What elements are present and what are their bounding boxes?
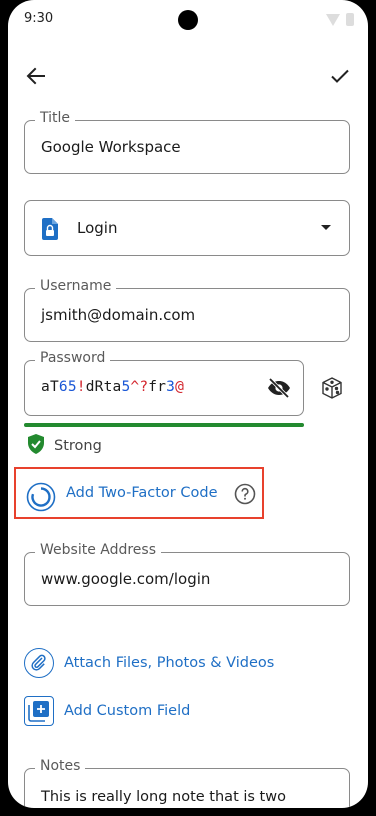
generate-password-dice-icon[interactable] xyxy=(320,376,344,404)
battery-icon xyxy=(346,13,354,26)
notes-label: Notes xyxy=(35,758,86,774)
hide-password-icon[interactable] xyxy=(267,377,291,403)
password-strength-label: Strong xyxy=(54,438,102,454)
notes-field[interactable]: Notes This is really long note that is t… xyxy=(24,758,350,808)
username-field[interactable]: Username jsmith@domain.com xyxy=(24,278,350,342)
title-field[interactable]: Title Google Workspace xyxy=(24,110,350,174)
status-bar: 9:30 xyxy=(8,0,368,40)
add-two-factor-code-button[interactable]: Add Two-Factor Code xyxy=(14,467,264,519)
password-field[interactable]: Password aT65!dRta5^?fr3@ xyxy=(24,350,304,416)
website-label: Website Address xyxy=(35,542,162,558)
shield-check-icon xyxy=(26,433,46,459)
status-time: 9:30 xyxy=(24,11,54,26)
record-type-value: Login xyxy=(77,219,118,237)
title-value[interactable]: Google Workspace xyxy=(41,138,181,156)
system-icons xyxy=(326,13,354,26)
password-strength-bar xyxy=(24,423,304,427)
attach-files-button[interactable]: Attach Files, Photos & Videos xyxy=(24,648,274,678)
save-check-icon[interactable] xyxy=(328,64,352,88)
add-field-icon xyxy=(24,696,54,726)
password-value[interactable]: aT65!dRta5^?fr3@ xyxy=(41,379,184,395)
two-factor-timer-icon xyxy=(26,482,56,516)
wifi-icon xyxy=(326,13,340,26)
add-custom-field-button[interactable]: Add Custom Field xyxy=(24,696,190,726)
username-value[interactable]: jsmith@domain.com xyxy=(41,306,195,324)
website-value[interactable]: www.google.com/login xyxy=(41,570,210,588)
two-factor-label: Add Two-Factor Code xyxy=(66,485,218,501)
notes-value[interactable]: This is really long note that is two xyxy=(41,789,286,805)
lock-file-icon xyxy=(41,218,59,244)
username-label: Username xyxy=(35,278,117,294)
dropdown-caret-icon xyxy=(321,225,331,230)
paperclip-icon xyxy=(24,648,54,678)
website-address-field[interactable]: Website Address www.google.com/login xyxy=(24,542,350,606)
password-strength: Strong xyxy=(26,433,102,459)
password-strength-fill xyxy=(24,423,304,427)
camera-cutout xyxy=(178,10,198,30)
attach-files-label: Attach Files, Photos & Videos xyxy=(64,655,275,671)
title-label: Title xyxy=(35,110,76,126)
phone-screen: 9:30 Title Google Workspace Login Userna… xyxy=(8,0,368,808)
record-type-dropdown[interactable]: Login xyxy=(24,200,350,256)
password-label: Password xyxy=(35,350,111,366)
help-icon[interactable] xyxy=(234,483,256,509)
back-arrow-icon[interactable] xyxy=(24,64,48,88)
add-custom-field-label: Add Custom Field xyxy=(64,703,191,719)
